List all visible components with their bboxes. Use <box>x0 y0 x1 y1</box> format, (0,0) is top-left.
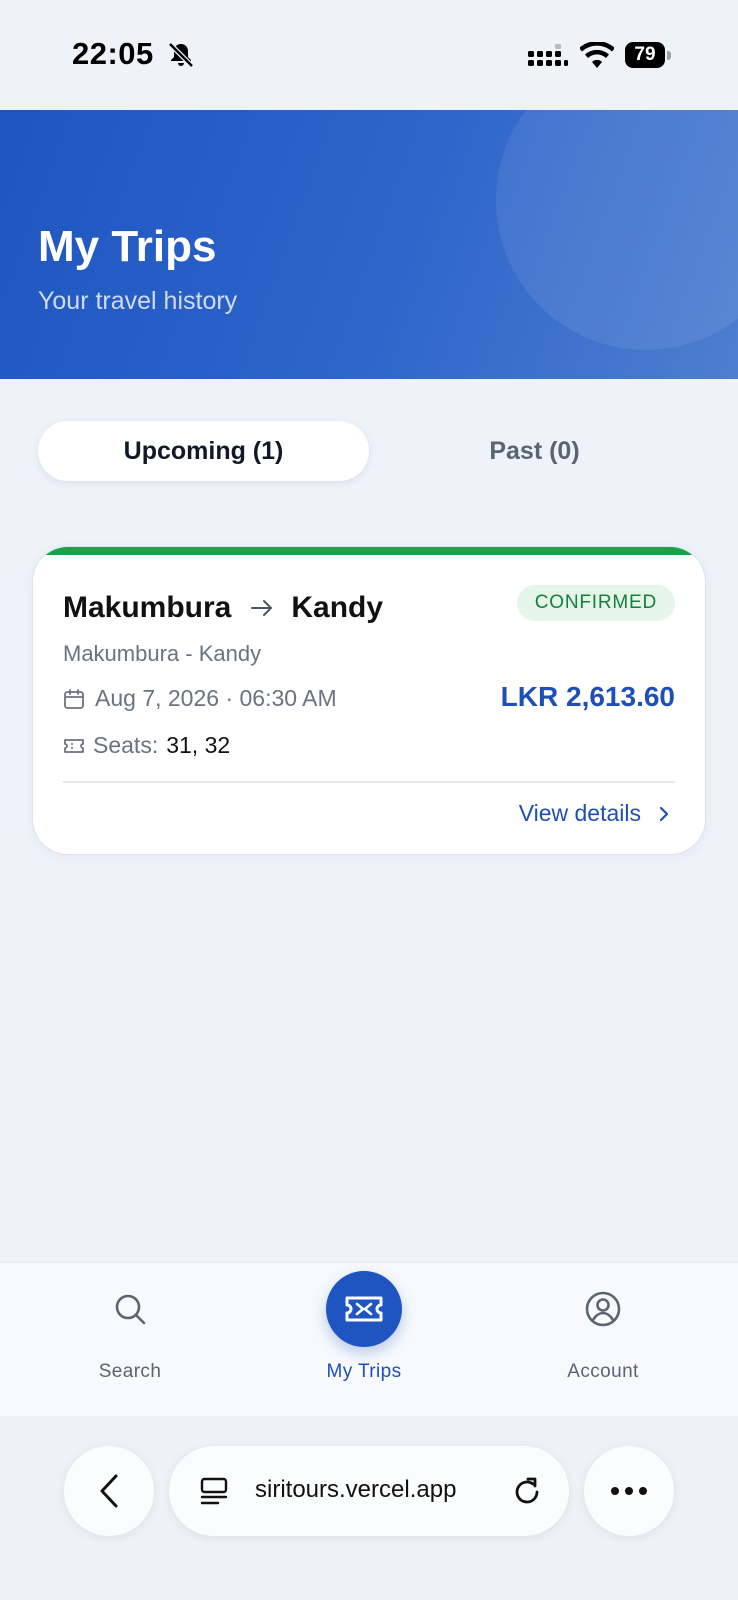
address-bar[interactable]: siritours.vercel.app <box>169 1446 569 1536</box>
ticket-icon <box>64 738 84 753</box>
status-badge: CONFIRMED <box>516 585 675 621</box>
trip-date-row: Aug 7, 2026 · 06:30 AM <box>63 685 337 712</box>
search-icon <box>115 1294 146 1325</box>
browser-toolbar: siritours.vercel.app <box>0 1416 738 1600</box>
ticket-icon <box>345 1296 383 1322</box>
status-accent-bar <box>33 547 705 555</box>
reload-icon[interactable] <box>511 1474 543 1508</box>
battery-cap <box>667 51 671 60</box>
view-details-link[interactable]: View details <box>519 800 671 827</box>
url-text: siritours.vercel.app <box>255 1476 457 1503</box>
trip-datetime: Aug 7, 2026 · 06:30 AM <box>95 685 337 711</box>
trip-tabs: Upcoming (1) Past (0) <box>38 421 700 481</box>
browser-more-button[interactable] <box>584 1446 674 1536</box>
route-to: Kandy <box>291 591 384 624</box>
nav-icon-wrap <box>565 1271 641 1347</box>
browser-back-button[interactable] <box>64 1446 154 1536</box>
route-from: Makumbura <box>63 591 232 624</box>
card-divider <box>63 781 675 783</box>
header-decoration <box>496 110 738 350</box>
cellular-signal-icon <box>528 44 568 66</box>
chevron-right-icon <box>659 806 669 821</box>
reader-icon <box>200 1477 228 1505</box>
trip-route: Makumbura Kandy <box>63 591 383 625</box>
tab-past[interactable]: Past (0) <box>369 421 700 481</box>
status-bar: 22:05 79 <box>0 0 738 110</box>
user-circle-icon <box>585 1291 621 1327</box>
bell-muted-icon <box>168 42 194 68</box>
trip-price: LKR 2,613.60 <box>500 681 675 712</box>
nav-label-search: Search <box>98 1361 162 1382</box>
page-subtitle: Your travel history <box>38 287 238 315</box>
nav-icon-wrap <box>92 1271 168 1347</box>
route-name: Makumbura - Kandy <box>63 641 262 666</box>
trip-card[interactable]: Makumbura Kandy CONFIRMED Makumbura - Ka… <box>32 546 706 855</box>
page-title: My Trips <box>38 222 217 271</box>
arrow-right-icon <box>251 600 273 616</box>
nav-icon-wrap-active <box>326 1271 402 1347</box>
more-icon <box>611 1487 647 1495</box>
seats-row: Seats: 31, 32 <box>63 732 230 759</box>
page-header: My Trips Your travel history <box>0 110 738 379</box>
status-time: 22:05 <box>72 36 154 71</box>
calendar-icon <box>64 688 84 709</box>
chevron-left-icon <box>100 1474 118 1508</box>
view-details-label: View details <box>518 800 641 826</box>
nav-item-search[interactable]: Search <box>30 1263 230 1417</box>
nav-label-my-trips: My Trips <box>326 1361 402 1382</box>
tab-upcoming[interactable]: Upcoming (1) <box>38 421 369 481</box>
seats-label: Seats: <box>93 732 159 758</box>
nav-item-my-trips[interactable]: My Trips <box>264 1263 464 1417</box>
seats-value: 31, 32 <box>166 732 231 758</box>
wifi-icon <box>580 42 614 68</box>
nav-label-account: Account <box>567 1361 639 1382</box>
nav-item-account[interactable]: Account <box>503 1263 703 1417</box>
battery-indicator: 79 <box>625 42 665 68</box>
bottom-nav: Search My Trips Account <box>0 1262 738 1416</box>
